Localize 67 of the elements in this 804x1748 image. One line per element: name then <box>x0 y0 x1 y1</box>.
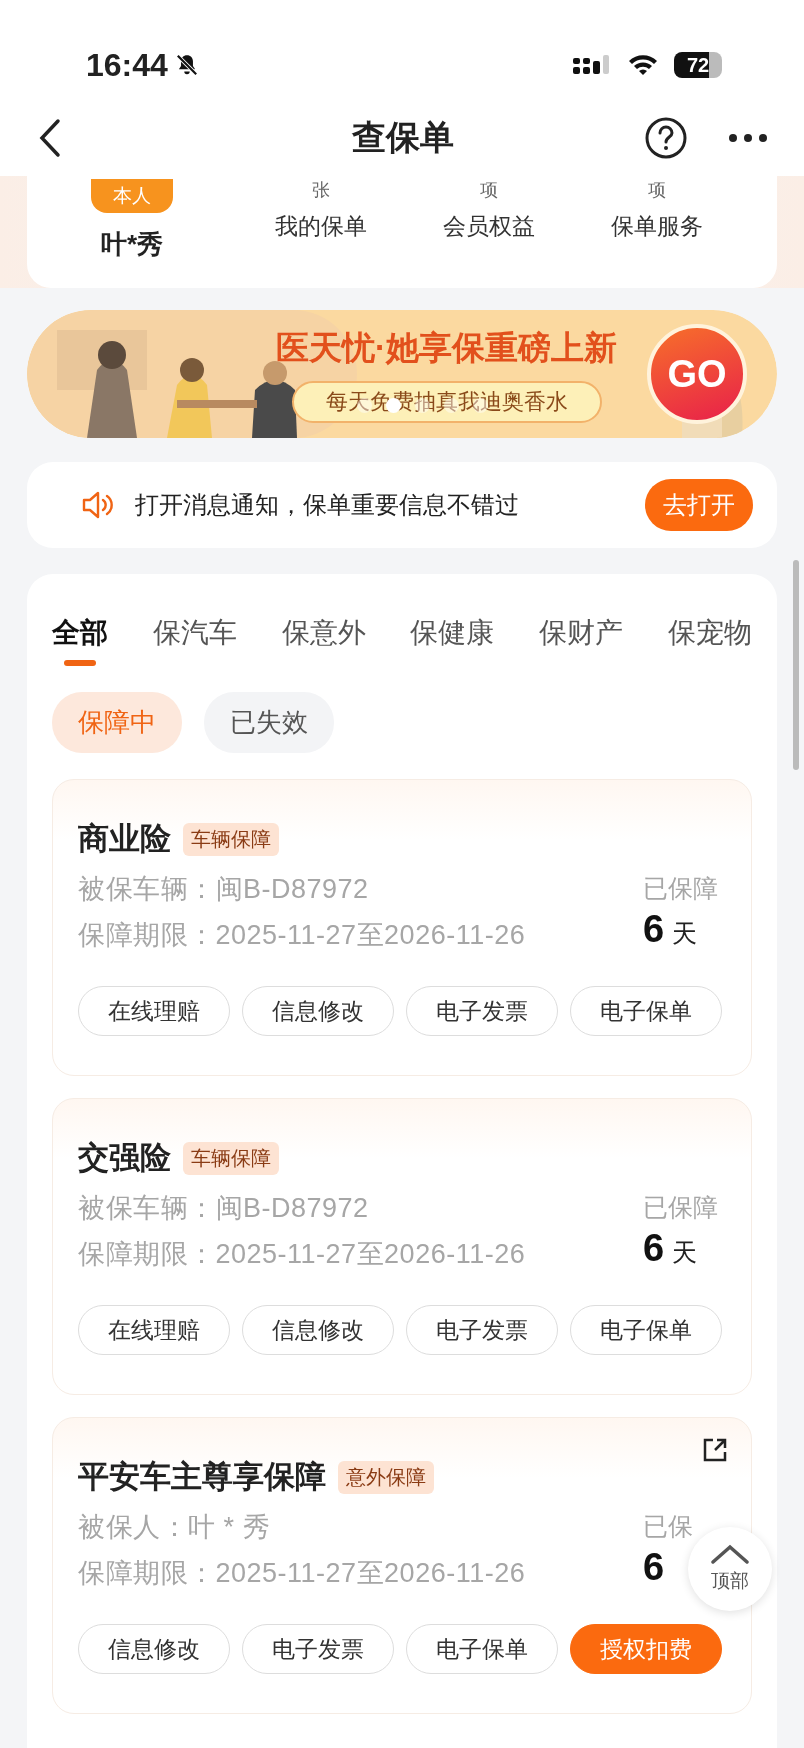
field-value: 2025-11-27至2026-11-26 <box>215 1238 526 1271</box>
action-button[interactable]: 在线理赔 <box>78 986 230 1036</box>
action-button[interactable]: 电子发票 <box>242 1624 394 1674</box>
policy-title: 商业险 <box>78 820 171 858</box>
help-icon[interactable] <box>644 116 688 160</box>
field-label: 保障期限： <box>78 1238 216 1271</box>
action-button[interactable]: 信息修改 <box>242 1305 394 1355</box>
stat-unit: 项 <box>648 181 666 199</box>
days-unit: 天 <box>672 918 698 949</box>
field-label: 被保人： <box>78 1511 188 1544</box>
stat-label[interactable]: 保单服务 <box>611 211 703 242</box>
back-icon[interactable] <box>38 118 62 158</box>
days-count: 6 <box>643 1546 665 1589</box>
self-badge: 本人 <box>91 179 173 213</box>
action-button[interactable]: 信息修改 <box>242 986 394 1036</box>
carousel-dot[interactable] <box>444 398 459 413</box>
policy-tag: 车辆保障 <box>183 1141 279 1175</box>
action-button[interactable]: 电子保单 <box>570 1305 722 1355</box>
coverage-status: 已保障 <box>643 873 718 904</box>
category-tab[interactable]: 保财产 <box>539 594 624 670</box>
field-value: 2025-11-27至2026-11-26 <box>215 919 526 952</box>
speaker-icon <box>81 489 113 521</box>
stat-label[interactable]: 我的保单 <box>275 211 367 242</box>
banner-headline: 医天忧·她享保重磅上新 <box>276 327 617 368</box>
carousel-dot[interactable] <box>415 398 430 413</box>
days-count: 6 <box>643 908 665 951</box>
notice-text: 打开消息通知，保单重要信息不错过 <box>135 490 520 520</box>
page-title: 查保单 <box>352 117 454 158</box>
field-label: 保障期限： <box>78 919 216 952</box>
policy-tag: 意外保障 <box>338 1460 434 1494</box>
stat-label[interactable]: 会员权益 <box>443 211 535 242</box>
category-tab[interactable]: 保健康 <box>410 594 495 670</box>
action-button[interactable]: 电子保单 <box>570 986 722 1036</box>
policy-tag: 车辆保障 <box>183 822 279 856</box>
action-button[interactable]: 电子保单 <box>406 1624 558 1674</box>
battery-icon: 72 <box>674 52 722 78</box>
field-value: 2025-11-27至2026-11-26 <box>215 1557 526 1590</box>
chevron-up-icon <box>710 1544 750 1564</box>
more-icon[interactable] <box>728 133 768 143</box>
coverage-status: 已保障 <box>643 1192 718 1223</box>
stat-unit: 项 <box>480 181 498 199</box>
policy-card[interactable]: 商业险 车辆保障 被保车辆：闽B-D87972 保障期限：2025-11-27至2026-11-26 已保障 6 天 在线理赔 信息修改 电子发票 电子保单 <box>52 779 752 1076</box>
action-button[interactable]: 在线理赔 <box>78 1305 230 1355</box>
external-link-icon[interactable] <box>701 1436 729 1464</box>
status-time: 16:44 <box>86 46 168 84</box>
field-value: 闽B-D87972 <box>215 1192 369 1225</box>
policy-title: 交强险 <box>78 1139 171 1177</box>
category-tab[interactable]: 保宠物 <box>668 594 752 670</box>
category-tab[interactable]: 全部 <box>52 594 108 670</box>
days-unit: 天 <box>672 1237 698 1268</box>
category-tab[interactable]: 保汽车 <box>152 594 237 670</box>
signal-icon <box>572 53 612 77</box>
action-button[interactable]: 电子发票 <box>406 1305 558 1355</box>
field-value: 叶 * 秀 <box>188 1511 270 1544</box>
category-tab[interactable]: 保意外 <box>281 594 366 670</box>
field-label: 保障期限： <box>78 1557 216 1590</box>
action-button[interactable]: 信息修改 <box>78 1624 230 1674</box>
stat-unit: 张 <box>312 181 330 199</box>
policy-title: 平安车主尊享保障 <box>78 1458 326 1496</box>
user-name: 叶*秀 <box>100 228 164 261</box>
field-label: 被保车辆： <box>78 873 216 906</box>
field-value: 闽B-D87972 <box>215 873 369 906</box>
filter-chip[interactable]: 已失效 <box>204 692 334 753</box>
action-button[interactable]: 电子发票 <box>406 986 558 1036</box>
field-label: 被保车辆： <box>78 1192 216 1225</box>
policy-card[interactable]: 交强险 车辆保障 被保车辆：闽B-D87972 保障期限：2025-11-27至2026-11-26 已保障 6 天 在线理赔 信息修改 电子发票 电子保单 <box>52 1098 752 1395</box>
days-count: 6 <box>643 1227 665 1270</box>
